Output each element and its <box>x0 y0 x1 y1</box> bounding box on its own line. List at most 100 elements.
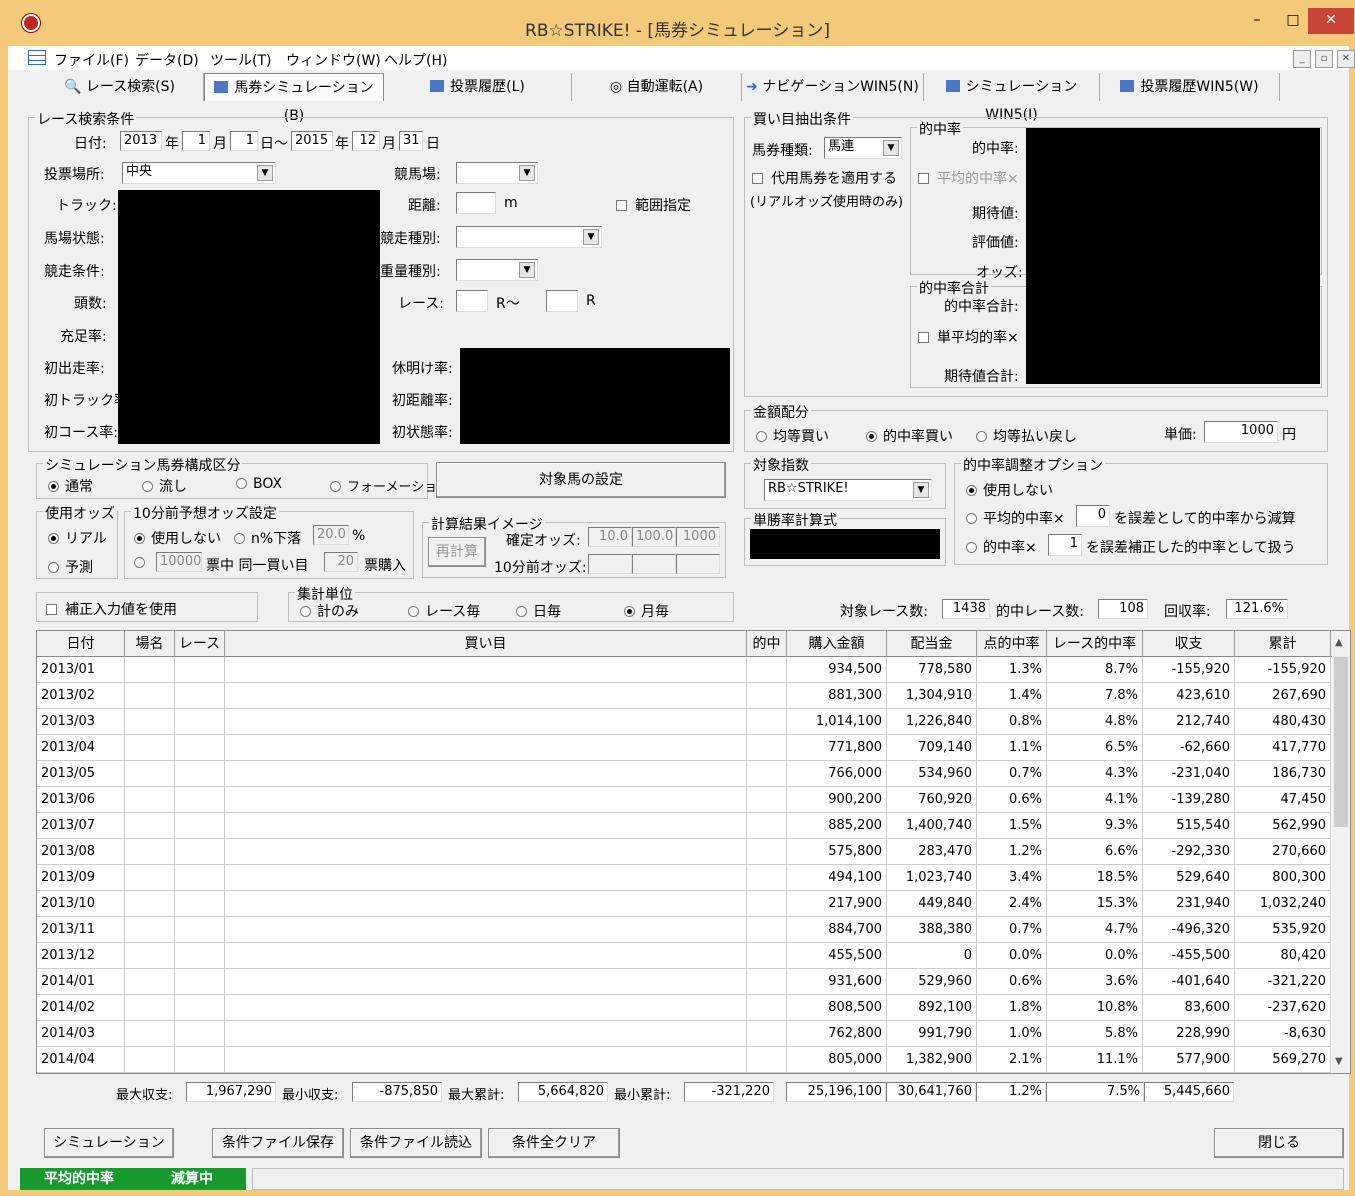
weight-select[interactable]: ▼ <box>456 259 538 281</box>
odds-real-radio[interactable]: リアル <box>48 528 107 548</box>
agg-day-radio[interactable]: 日毎 <box>516 601 561 621</box>
pre-none-radio[interactable]: 使用しない <box>134 528 221 548</box>
ticket-select[interactable]: 馬連 ▼ <box>824 137 902 159</box>
race-to-input[interactable] <box>546 290 578 312</box>
pre-pct-input[interactable]: 20.0 <box>313 525 349 545</box>
maximize-button[interactable]: □ <box>1276 8 1310 34</box>
recalc-button[interactable]: 再計算 <box>428 537 486 567</box>
column-header[interactable]: レース的中率 <box>1047 631 1143 657</box>
mdi-close-button[interactable]: ✕ <box>1337 50 1355 68</box>
substitute-checkbox[interactable]: 代用馬券を適用する <box>752 168 897 188</box>
tab-auto[interactable]: ◎ 自動運転(A) <box>572 73 742 101</box>
scroll-up-icon[interactable]: ▲ <box>1335 637 1343 648</box>
close-button[interactable]: 閉じる <box>1214 1128 1344 1158</box>
month-from-input[interactable]: 1 <box>182 131 210 151</box>
sim-formation-radio[interactable]: フォーメーション <box>330 476 450 495</box>
load-conditions-button[interactable]: 条件ファイル読込 <box>350 1128 482 1158</box>
table-row[interactable]: 2013/12 455,500 0 0.0% 0.0% -455,500 80,420 <box>37 943 1331 969</box>
odds-pred-radio[interactable]: 予測 <box>48 557 93 577</box>
tab-nav-win5[interactable]: ➜ ナビゲーションWIN5(N) <box>742 73 924 101</box>
sim-box-radio[interactable]: BOX <box>236 476 282 492</box>
menu-tools[interactable]: ツール(T) <box>210 50 271 70</box>
vertical-scrollbar[interactable]: ▲ ▼ <box>1332 631 1350 1073</box>
correction-checkbox[interactable]: 補正入力値を使用 <box>46 599 177 619</box>
avg-hit-checkbox[interactable]: 平均的中率× <box>918 168 1019 188</box>
pre-count-radio[interactable] <box>134 555 151 571</box>
sim-normal-radio[interactable]: 通常 <box>48 476 93 496</box>
scroll-down-icon[interactable]: ▼ <box>1335 1056 1343 1067</box>
column-header[interactable]: レース <box>175 631 225 657</box>
money-equal-radio[interactable]: 均等買い <box>756 426 829 446</box>
table-row[interactable]: 2013/09 494,100 1,023,740 3.4% 18.5% 529,640 8… <box>37 865 1331 891</box>
table-row[interactable]: 2013/02 881,300 1,304,910 1.4% 7.8% 423,610 26… <box>37 683 1331 709</box>
table-row[interactable]: 2013/11 884,700 388,380 0.7% 4.7% -496,320 535… <box>37 917 1331 943</box>
tab-sim-win5[interactable]: シミュレーションWIN5(I) <box>924 73 1100 123</box>
course-select[interactable]: ▼ <box>456 162 538 184</box>
column-header[interactable]: 的中 <box>747 631 787 657</box>
column-header[interactable]: 場名 <box>125 631 175 657</box>
pre-drop-radio[interactable]: n%下落 <box>234 528 301 548</box>
target-horse-button[interactable]: 対象馬の設定 <box>436 462 726 498</box>
table-row[interactable]: 2014/01 931,600 529,960 0.6% 3.6% -401,640 -32… <box>37 969 1331 995</box>
close-window-button[interactable]: ✕ <box>1308 8 1354 34</box>
mdi-restore-button[interactable]: ▫ <box>1315 50 1333 68</box>
money-hit-radio[interactable]: 的中率買い <box>866 426 953 446</box>
tab-race-search[interactable]: 🔍 レース検索(S) <box>36 73 204 101</box>
adjust-hit-input[interactable]: 1 <box>1048 534 1082 556</box>
column-header[interactable]: 配当金 <box>887 631 977 657</box>
column-header[interactable]: 累計 <box>1235 631 1331 657</box>
adjust-avg-input[interactable]: 0 <box>1076 505 1110 527</box>
tab-history-win5[interactable]: 投票履歴WIN5(W) <box>1100 73 1280 101</box>
month-to-input[interactable]: 12 <box>352 131 380 151</box>
pre-count-input[interactable]: 10000 <box>156 552 202 572</box>
pre-buy-input[interactable]: 20 <box>324 552 358 572</box>
distance-input[interactable] <box>456 192 496 214</box>
table-row[interactable]: 2013/07 885,200 1,400,740 1.5% 9.3% 515,540 56… <box>37 813 1331 839</box>
table-row[interactable]: 2014/04 805,000 1,382,900 2.1% 11.1% 577,900 5… <box>37 1047 1331 1073</box>
adjust-hit-radio[interactable]: 的中率× <box>966 537 1037 557</box>
tab-history[interactable]: 投票履歴(L) <box>384 73 572 101</box>
minimize-button[interactable]: – <box>1240 8 1274 34</box>
table-row[interactable]: 2013/10 217,900 449,840 2.4% 15.3% 231,940 1,0… <box>37 891 1331 917</box>
save-conditions-button[interactable]: 条件ファイル保存 <box>212 1128 344 1158</box>
agg-month-radio[interactable]: 月毎 <box>624 601 669 621</box>
agg-race-radio[interactable]: レース毎 <box>408 601 480 621</box>
tab-simulation[interactable]: 馬券シミュレーション(B) <box>204 73 384 124</box>
scroll-thumb[interactable] <box>1334 657 1348 827</box>
mdi-minimize-button[interactable]: _ <box>1293 50 1311 68</box>
column-header[interactable]: 収支 <box>1143 631 1235 657</box>
day-from-input[interactable]: 1 <box>230 131 258 151</box>
column-header[interactable]: 買い目 <box>225 631 747 657</box>
year-from-input[interactable]: 2013 <box>120 131 162 151</box>
table-row[interactable]: 2014/02 808,500 892,100 1.8% 10.8% 83,600 -237… <box>37 995 1331 1021</box>
single-avg-checkbox[interactable]: 単平均的率× <box>918 327 1019 347</box>
range-checkbox[interactable]: 範囲指定 <box>616 195 691 215</box>
index-select[interactable]: RB☆STRIKE! ▼ <box>764 479 932 501</box>
table-row[interactable]: 2014/03 762,800 991,790 1.0% 5.8% 228,990 -8,6… <box>37 1021 1331 1047</box>
sim-flow-radio[interactable]: 流し <box>142 476 187 496</box>
table-row[interactable]: 2013/01 934,500 778,580 1.3% 8.7% -155,920 -15… <box>37 657 1331 683</box>
clear-conditions-button[interactable]: 条件全クリア <box>488 1128 620 1158</box>
menu-help[interactable]: ヘルプ(H) <box>384 50 447 70</box>
table-row[interactable]: 2013/06 900,200 760,920 0.6% 4.1% -139,280 47,… <box>37 787 1331 813</box>
adjust-none-radio[interactable]: 使用しない <box>966 480 1053 500</box>
menu-file[interactable]: ファイル(F) <box>54 50 129 70</box>
simulate-button[interactable]: シミュレーション <box>44 1128 174 1158</box>
race-from-input[interactable] <box>456 290 488 312</box>
table-row[interactable]: 2013/03 1,014,100 1,226,840 0.8% 4.8% 212,740… <box>37 709 1331 735</box>
table-row[interactable]: 2013/04 771,800 709,140 1.1% 6.5% -62,660 417,… <box>37 735 1331 761</box>
year-to-input[interactable]: 2015 <box>291 131 333 151</box>
money-refund-radio[interactable]: 均等払い戻し <box>976 426 1077 446</box>
adjust-avg-radio[interactable]: 平均的中率× <box>966 508 1065 528</box>
column-header[interactable]: 点的中率 <box>977 631 1047 657</box>
unit-price-input[interactable]: 1000 <box>1204 421 1278 443</box>
column-header[interactable]: 購入金額 <box>787 631 887 657</box>
table-row[interactable]: 2013/08 575,800 283,470 1.2% 6.6% -292,330 270… <box>37 839 1331 865</box>
table-row[interactable]: 2013/05 766,000 534,960 0.7% 4.3% -231,040 186… <box>37 761 1331 787</box>
day-to-input[interactable]: 31 <box>399 131 423 151</box>
agg-total-radio[interactable]: 計のみ <box>300 601 359 621</box>
column-header[interactable]: 日付 <box>37 631 125 657</box>
race-type-select[interactable]: ▼ <box>456 226 602 248</box>
venue-select[interactable]: 中央 ▼ <box>122 162 276 184</box>
menu-data[interactable]: データ(D) <box>135 50 199 70</box>
